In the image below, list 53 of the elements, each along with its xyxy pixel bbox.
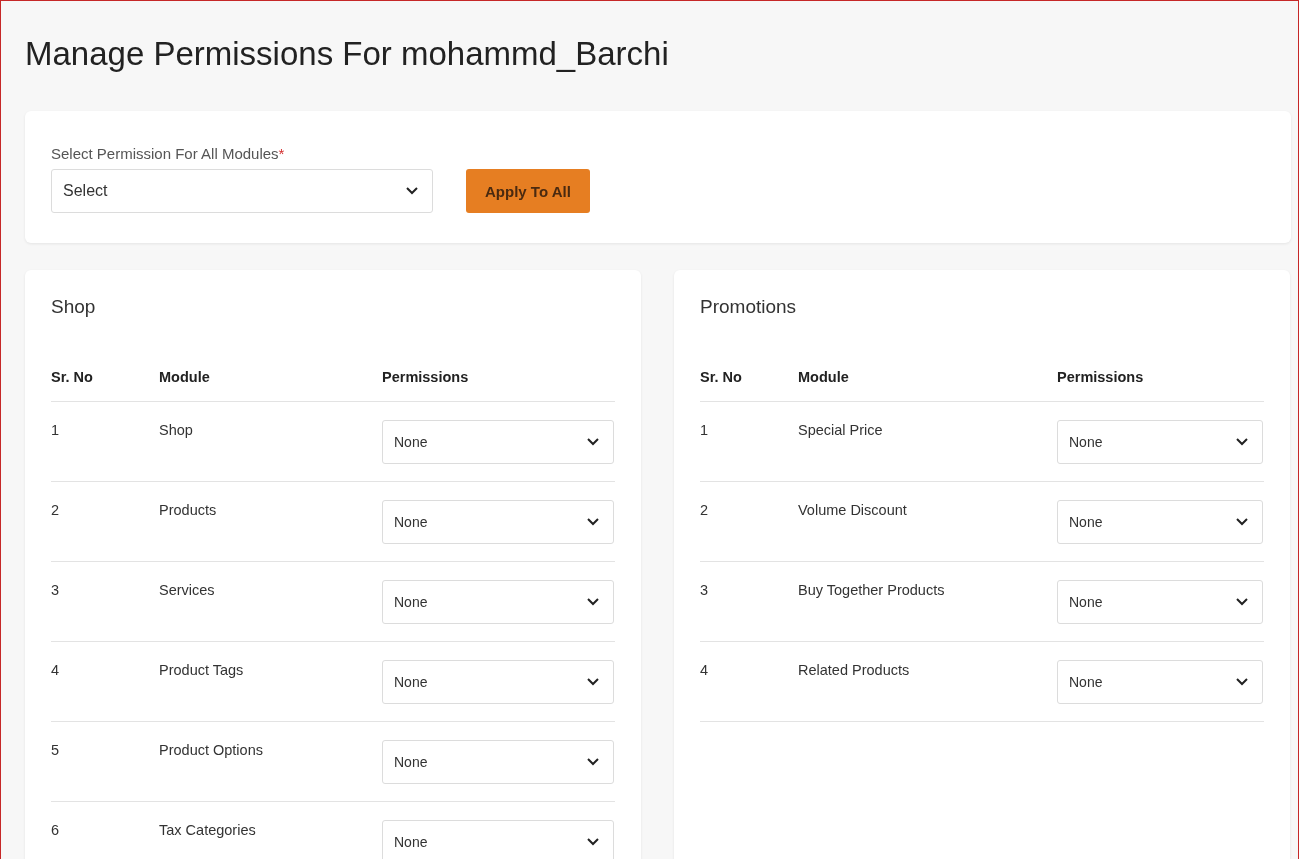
permission-select[interactable]: None [1057,580,1263,624]
panel-title: Promotions [700,296,798,318]
table-cell-text: Products [159,501,218,518]
table-cell-text: 1 [700,421,710,438]
table-cell-text: Product Options [159,741,264,758]
table-cell-text: Shop [159,421,194,438]
chevron-down-icon [587,758,599,766]
table-cell-text: 5 [51,741,61,758]
permission-select[interactable]: None [382,580,614,624]
permission-select[interactable]: None [1057,660,1263,704]
table-cell-text: 4 [51,661,61,678]
chevron-down-icon [587,838,599,846]
table-cell-text: Special Price [798,421,884,438]
column-header: Permissions [1057,368,1145,385]
table-cell-text: 4 [700,661,710,678]
table-cell-text: 3 [700,581,710,598]
table-cell-text: Tax Categories [159,821,257,838]
permission-select[interactable]: None [382,660,614,704]
permission-select[interactable]: None [1057,500,1263,544]
chevron-down-icon [406,187,418,195]
permission-select[interactable]: None [382,500,614,544]
table-cell-text: Buy Together Products [798,581,946,598]
chevron-down-icon [1236,678,1248,686]
chevron-down-icon [587,598,599,606]
column-header: Sr. No [700,368,743,385]
chevron-down-icon [1236,598,1248,606]
chevron-down-icon [1236,438,1248,446]
table-cell-text: 3 [51,581,61,598]
table-cell-text: 2 [51,501,61,518]
column-header: Module [798,368,850,385]
table-cell-text: 6 [51,821,61,838]
chevron-down-icon [587,678,599,686]
table-cell-text: 1 [51,421,61,438]
table-cell-text: 2 [700,501,710,518]
table-cell-text: Product Tags [159,661,245,678]
permission-select[interactable]: None [382,820,614,859]
column-header: Module [159,368,211,385]
column-header: Sr. No [51,368,94,385]
panel-title: Shop [51,296,97,318]
chevron-down-icon [587,438,599,446]
chevron-down-icon [587,518,599,526]
apply-to-all-button[interactable]: Apply To All [466,169,590,213]
page-title: Manage Permissions For mohammd_Barchi [25,34,670,74]
permission-select[interactable]: Select [51,169,433,213]
permission-select[interactable]: None [382,740,614,784]
column-header: Permissions [382,368,470,385]
table-cell-text: Related Products [798,661,911,678]
permission-select[interactable]: None [382,420,614,464]
permission-select[interactable]: None [1057,420,1263,464]
chevron-down-icon [1236,518,1248,526]
table-cell-text: Services [159,581,216,598]
table-cell-text: Volume Discount [798,501,908,518]
field-label: Select Permission For All Modules* [51,145,286,162]
